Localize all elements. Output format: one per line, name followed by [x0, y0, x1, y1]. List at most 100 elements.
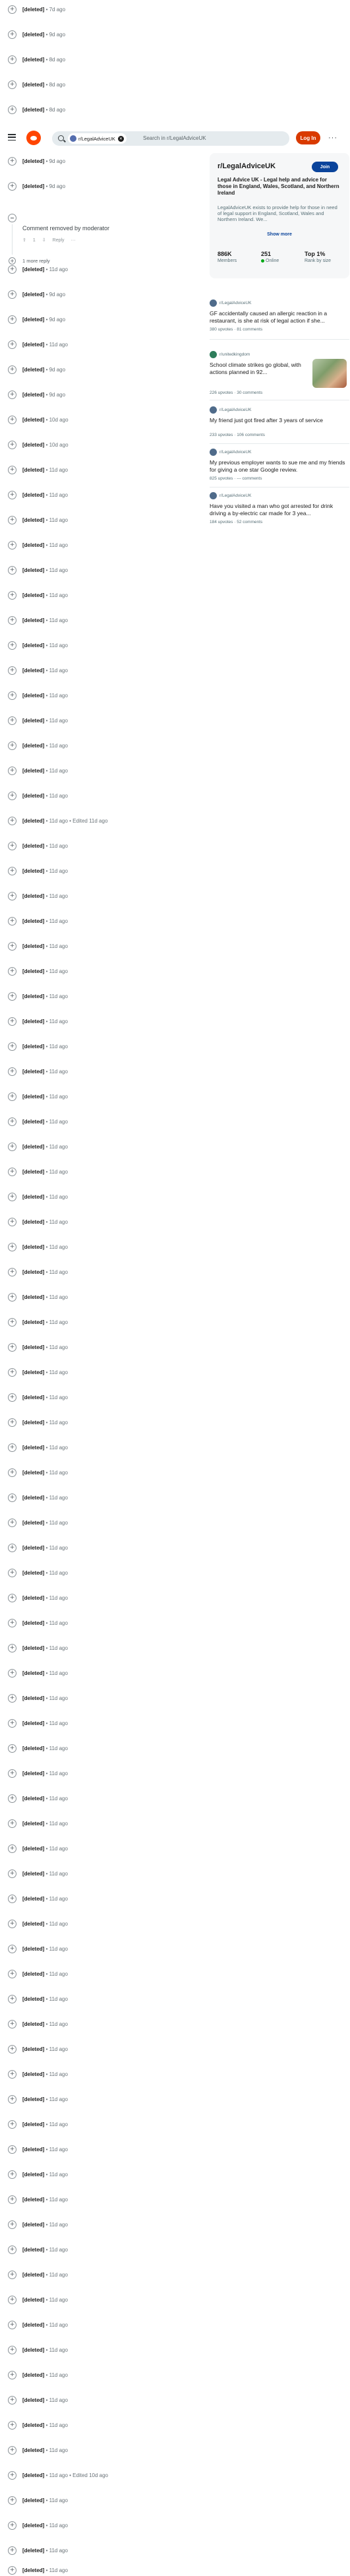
expand-icon[interactable]: + [8, 290, 16, 299]
expand-icon[interactable]: + [8, 30, 16, 39]
expand-icon[interactable]: + [8, 1418, 16, 1427]
expand-icon[interactable]: + [8, 1919, 16, 1928]
collapse-icon[interactable] [8, 214, 16, 222]
expand-icon[interactable]: + [8, 991, 16, 1001]
expand-icon[interactable]: + [8, 1192, 16, 1201]
expand-icon[interactable]: + [8, 2320, 16, 2329]
post-thumbnail[interactable] [312, 359, 347, 388]
expand-icon[interactable]: + [8, 1493, 16, 1502]
expand-icon[interactable]: + [8, 365, 16, 374]
post-subreddit[interactable]: r/LegalAdviceUK [219, 408, 251, 412]
post-subreddit[interactable]: r/LegalAdviceUK [219, 301, 251, 305]
expand-icon[interactable]: + [8, 1794, 16, 1803]
expand-icon[interactable]: + [8, 2170, 16, 2179]
expand-icon[interactable]: + [8, 1819, 16, 1828]
expand-icon[interactable]: + [8, 816, 16, 825]
expand-icon[interactable]: + [8, 2521, 16, 2530]
expand-icon[interactable]: + [8, 415, 16, 424]
expand-icon[interactable]: + [8, 2345, 16, 2354]
expand-icon[interactable]: + [8, 2120, 16, 2129]
expand-icon[interactable]: + [8, 1543, 16, 1552]
post-title[interactable]: School climate strikes go global, with a… [210, 361, 307, 375]
expand-icon[interactable]: + [8, 1092, 16, 1101]
post-title[interactable]: My previous employer wants to sue me and… [210, 459, 345, 473]
post-subreddit[interactable]: r/LegalAdviceUK [219, 450, 251, 455]
expand-icon[interactable]: + [8, 1643, 16, 1652]
expand-icon[interactable]: + [8, 55, 16, 64]
expand-icon[interactable]: + [8, 2245, 16, 2254]
expand-icon[interactable]: + [8, 2370, 16, 2379]
expand-icon[interactable]: + [8, 2565, 16, 2575]
expand-icon[interactable]: + [8, 866, 16, 875]
expand-icon[interactable]: + [8, 1042, 16, 1051]
expand-icon[interactable]: + [8, 1242, 16, 1251]
expand-icon[interactable]: + [8, 2195, 16, 2204]
reddit-logo[interactable] [26, 131, 41, 145]
expand-icon[interactable]: + [8, 741, 16, 750]
join-button[interactable]: Join [312, 162, 338, 172]
expand-icon[interactable]: + [8, 1317, 16, 1327]
expand-icon[interactable]: + [8, 1668, 16, 1678]
expand-icon[interactable]: + [8, 590, 16, 600]
expand-icon[interactable]: + [8, 2295, 16, 2304]
expand-icon[interactable]: + [8, 966, 16, 976]
expand-icon[interactable]: + [8, 105, 16, 114]
subreddit-filter-chip[interactable]: r/LegalAdviceUK ✕ [68, 133, 127, 144]
search-input[interactable]: Search in r/LegalAdviceUK [143, 135, 206, 141]
expand-icon[interactable]: + [8, 5, 16, 14]
expand-icon[interactable]: + [8, 80, 16, 89]
expand-icon[interactable]: + [8, 666, 16, 675]
expand-icon[interactable]: + [8, 1367, 16, 1377]
expand-icon[interactable]: + [8, 2420, 16, 2430]
expand-icon[interactable]: + [8, 716, 16, 725]
expand-icon[interactable]: + [8, 1518, 16, 1527]
more-replies-link[interactable]: 1 more reply [22, 258, 50, 264]
expand-icon[interactable]: + [8, 1944, 16, 1953]
expand-icon[interactable]: + [8, 1443, 16, 1452]
expand-icon[interactable]: + [8, 1568, 16, 1577]
clear-chip-icon[interactable]: ✕ [117, 135, 124, 142]
downvote-icon[interactable]: ⇩ [42, 237, 46, 243]
expand-icon[interactable]: + [8, 1969, 16, 1978]
expand-icon[interactable]: + [8, 2094, 16, 2104]
expand-icon[interactable]: + [8, 791, 16, 800]
expand-icon[interactable]: + [8, 515, 16, 524]
expand-icon[interactable]: + [8, 691, 16, 700]
expand-icon[interactable]: + [8, 340, 16, 349]
expand-icon[interactable]: + [8, 2546, 16, 2555]
expand-icon[interactable]: + [8, 2270, 16, 2279]
more-menu-button[interactable]: ··· [326, 131, 340, 144]
expand-icon[interactable]: + [8, 1769, 16, 1778]
expand-icon[interactable]: + [8, 766, 16, 775]
post-title[interactable]: GF accidentally caused an allergic react… [210, 310, 345, 324]
expand-icon[interactable]: + [8, 2145, 16, 2154]
expand-icon[interactable]: + [8, 1117, 16, 1126]
community-title[interactable]: r/LegalAdviceUK [218, 162, 276, 170]
expand-icon[interactable]: + [8, 1393, 16, 1402]
expand-icon[interactable]: + [8, 2445, 16, 2455]
expand-icon[interactable]: + [8, 440, 16, 449]
expand-icon[interactable]: + [8, 1618, 16, 1627]
upvote-icon[interactable]: ⇧ [22, 237, 26, 243]
expand-icon[interactable]: + [8, 156, 16, 166]
expand-icon[interactable]: + [8, 2470, 16, 2480]
expand-icon[interactable]: + [8, 2019, 16, 2028]
expand-icon[interactable]: + [8, 1167, 16, 1176]
post-title[interactable]: Have you visited a man who got arrested … [210, 503, 345, 517]
expand-icon[interactable]: + [8, 2220, 16, 2229]
expand-icon[interactable]: + [8, 315, 16, 324]
related-post[interactable]: r/LegalAdviceUK My friend just got fired… [210, 406, 349, 453]
expand-icon[interactable]: + [8, 2069, 16, 2079]
related-post[interactable]: r/unitedkingdom School climate strikes g… [210, 351, 349, 404]
expand-icon[interactable]: + [8, 490, 16, 499]
expand-icon[interactable]: + [8, 1292, 16, 1302]
expand-icon[interactable]: + [8, 1994, 16, 2003]
expand-icon[interactable]: + [8, 1142, 16, 1151]
expand-icon[interactable]: + [8, 1894, 16, 1903]
expand-icon[interactable]: + [8, 941, 16, 951]
expand-icon[interactable]: + [8, 2044, 16, 2054]
expand-icon[interactable]: + [8, 465, 16, 474]
expand-icon[interactable]: + [8, 1342, 16, 1352]
expand-icon[interactable]: + [8, 841, 16, 850]
expand-icon[interactable]: + [8, 1693, 16, 1703]
